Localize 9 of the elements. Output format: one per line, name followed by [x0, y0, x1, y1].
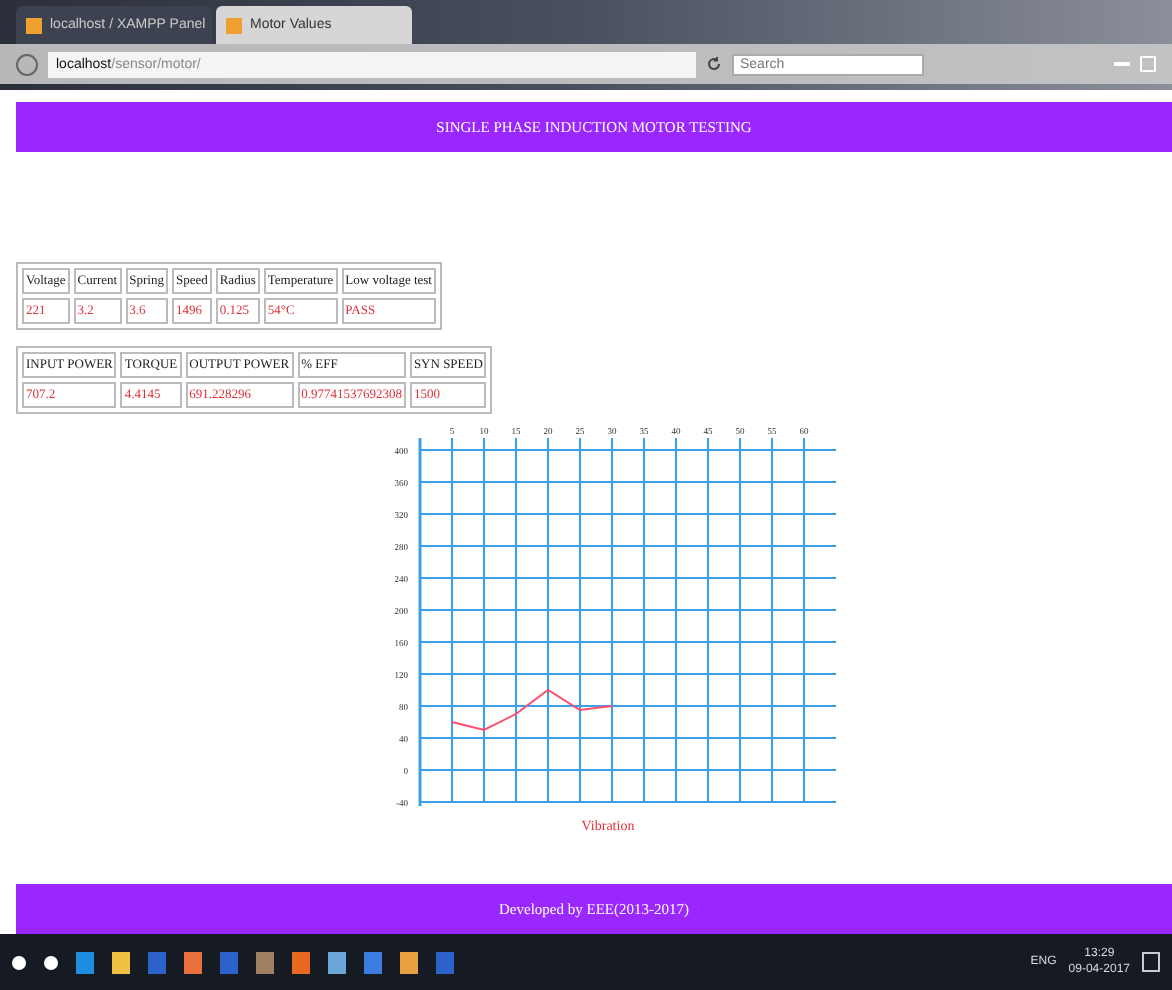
taskbar-app-icon[interactable] [44, 955, 58, 970]
notification-icon[interactable] [1142, 952, 1160, 973]
reload-icon[interactable] [706, 56, 722, 72]
taskbar-app-icon[interactable] [400, 951, 418, 974]
taskbar-app-icon[interactable] [12, 955, 26, 970]
back-icon[interactable] [16, 53, 38, 75]
taskbar-app-icon[interactable] [112, 951, 130, 974]
taskbar-app-icon[interactable] [184, 951, 202, 974]
taskbar-app-icon[interactable] [328, 951, 346, 974]
